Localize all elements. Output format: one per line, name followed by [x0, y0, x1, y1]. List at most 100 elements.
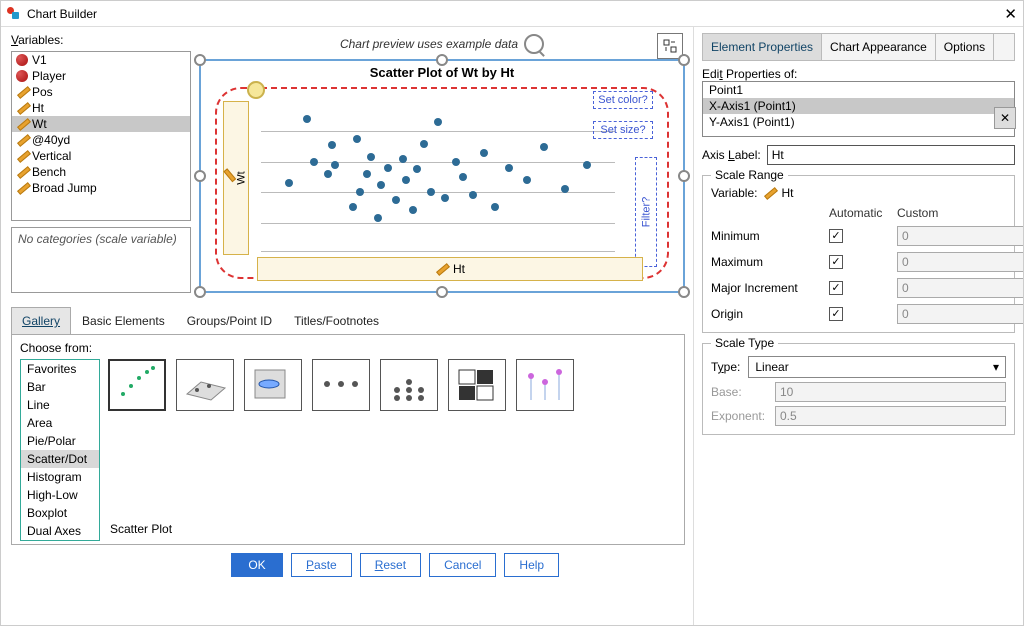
variable-item[interactable]: Bench	[12, 164, 190, 180]
data-point	[413, 165, 421, 173]
scale-range-group: Scale Range Variable: Ht AutomaticCustom…	[702, 175, 1015, 333]
property-item[interactable]: Point1	[703, 82, 1014, 98]
preview-header: Chart preview uses example data	[199, 33, 685, 55]
chart-type-option[interactable]: Area	[21, 414, 99, 432]
base-label: Base:	[711, 385, 767, 399]
app-icon	[7, 7, 21, 21]
thumb-drop-line[interactable]	[516, 359, 574, 411]
nominal-icon	[16, 70, 28, 82]
thumb-simple-scatter[interactable]	[108, 359, 166, 411]
chart-type-option[interactable]: Boxplot	[21, 504, 99, 522]
cancel-button[interactable]: Cancel	[429, 553, 496, 577]
variable-item[interactable]: Vertical	[12, 148, 190, 164]
delete-property-button[interactable]: ✕	[994, 107, 1016, 129]
reset-button[interactable]: Reset	[360, 553, 421, 577]
ruler-icon	[223, 173, 235, 184]
chart-type-option[interactable]: Dual Axes	[21, 522, 99, 540]
gallery-panel: Choose from: FavoritesBarLineAreaPie/Pol…	[11, 335, 685, 545]
properties-list[interactable]: Point1X-Axis1 (Point1)Y-Axis1 (Point1)	[702, 81, 1015, 137]
data-point	[505, 164, 513, 172]
data-point	[285, 179, 293, 187]
chart-builder-window: Chart Builder ✕ Variables: V1PlayerPosHt…	[0, 0, 1024, 626]
thumbnail-row	[108, 359, 676, 411]
custom-value-input	[897, 226, 1023, 246]
chart-type-option[interactable]: High-Low	[21, 486, 99, 504]
thumb-3d-scatter[interactable]	[176, 359, 234, 411]
variable-item[interactable]: Player	[12, 68, 190, 84]
chart-type-option[interactable]: Pie/Polar	[21, 432, 99, 450]
resize-handle[interactable]	[194, 170, 206, 182]
chart-type-option[interactable]: Bar	[21, 378, 99, 396]
thumb-stacked-dot[interactable]	[380, 359, 438, 411]
property-item[interactable]: X-Axis1 (Point1)	[703, 98, 1014, 114]
set-color-dropzone[interactable]: Set color?	[593, 91, 653, 109]
scale-type-label: Type:	[711, 360, 740, 374]
ok-button[interactable]: OK	[231, 553, 283, 577]
data-point	[356, 188, 364, 196]
close-icon[interactable]: ✕	[987, 5, 1017, 23]
auto-checkbox[interactable]	[829, 307, 843, 321]
resize-handle[interactable]	[678, 54, 690, 66]
scale-type-select[interactable]: Linear ▾	[748, 356, 1006, 378]
thumb-grouped-scatter[interactable]	[244, 359, 302, 411]
x-axis-dropzone[interactable]: Ht	[257, 257, 643, 281]
chart-type-option[interactable]: Histogram	[21, 468, 99, 486]
thumb-matrix-scatter[interactable]	[448, 359, 506, 411]
auto-checkbox[interactable]	[829, 255, 843, 269]
tab-basic-elements[interactable]: Basic Elements	[71, 307, 176, 334]
paste-button[interactable]: Paste	[291, 553, 352, 577]
rtab-element-properties[interactable]: Element Properties	[703, 34, 822, 60]
auto-checkbox[interactable]	[829, 229, 843, 243]
data-point	[427, 188, 435, 196]
filter-dropzone[interactable]: Filter?	[635, 157, 657, 267]
tab-gallery[interactable]: Gallery	[11, 307, 71, 334]
resize-handle[interactable]	[436, 286, 448, 298]
scale-range-legend: Scale Range	[711, 168, 788, 182]
tab-titles-footnotes[interactable]: Titles/Footnotes	[283, 307, 390, 334]
scale-header: Custom	[897, 206, 1023, 220]
data-point	[434, 118, 442, 126]
resize-handle[interactable]	[678, 170, 690, 182]
chart-canvas[interactable]: Scatter Plot of Wt by Ht Wt	[199, 59, 685, 293]
rtab-chart-appearance[interactable]: Chart Appearance	[822, 34, 936, 60]
property-item[interactable]: Y-Axis1 (Point1)	[703, 114, 1014, 130]
chart-type-option[interactable]: Scatter/Dot	[21, 450, 99, 468]
tab-groups-point-id[interactable]: Groups/Point ID	[176, 307, 283, 334]
variables-list[interactable]: V1PlayerPosHtWt@40ydVerticalBenchBroad J…	[11, 51, 191, 221]
help-button[interactable]: Help	[504, 553, 559, 577]
variable-item[interactable]: Ht	[12, 100, 190, 116]
data-point	[384, 164, 392, 172]
chart-type-option[interactable]: Favorites	[21, 360, 99, 378]
scale-type-group: Scale Type Type: Linear ▾ Base: Exponent…	[702, 343, 1015, 435]
variable-item[interactable]: Pos	[12, 84, 190, 100]
data-point	[377, 181, 385, 189]
rtab-options[interactable]: Options	[936, 34, 994, 60]
resize-handle[interactable]	[194, 286, 206, 298]
data-point	[367, 153, 375, 161]
resize-handle[interactable]	[678, 286, 690, 298]
variable-item[interactable]: Broad Jump	[12, 180, 190, 196]
resize-handle[interactable]	[194, 54, 206, 66]
set-size-dropzone[interactable]: Set size?	[593, 121, 653, 139]
gallery-tabs: GalleryBasic ElementsGroups/Point IDTitl…	[11, 307, 685, 335]
resize-handle[interactable]	[436, 54, 448, 66]
axis-label-input[interactable]	[767, 145, 1015, 165]
variable-item[interactable]: @40yd	[12, 132, 190, 148]
thumbnail-caption: Scatter Plot	[108, 518, 676, 538]
thumb-simple-dot[interactable]	[312, 359, 370, 411]
ruler-icon	[16, 118, 28, 130]
scale-row-label: Maximum	[711, 255, 821, 269]
variable-item[interactable]: V1	[12, 52, 190, 68]
data-point	[353, 135, 361, 143]
chart-type-option[interactable]: Line	[21, 396, 99, 414]
auto-checkbox[interactable]	[829, 281, 843, 295]
data-point	[324, 170, 332, 178]
selection-hotspot[interactable]	[247, 81, 265, 99]
y-axis-dropzone[interactable]: Wt	[223, 101, 249, 255]
variable-item[interactable]: Wt	[12, 116, 190, 132]
titlebar: Chart Builder ✕	[1, 1, 1023, 27]
chart-type-list[interactable]: FavoritesBarLineAreaPie/PolarScatter/Dot…	[20, 359, 100, 541]
right-tabs: Element PropertiesChart AppearanceOption…	[702, 33, 1015, 61]
preview-label: Chart preview uses example data	[340, 37, 518, 51]
ruler-icon	[16, 182, 28, 194]
